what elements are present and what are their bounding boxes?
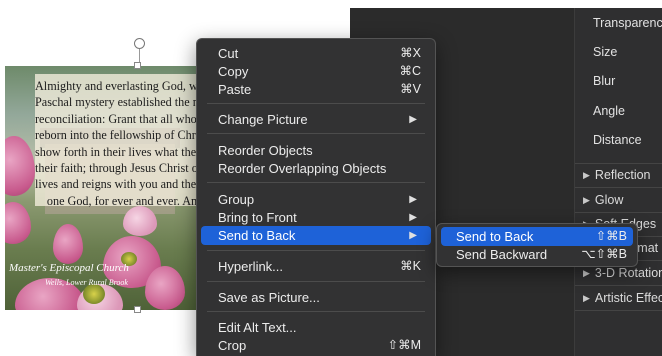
shortcut-label: ⇧⌘B <box>595 229 627 243</box>
menu-item-edit-alt-text[interactable]: Edit Alt Text... <box>201 318 431 337</box>
flower-petal <box>145 266 185 310</box>
disclosure-triangle-icon: ▶ <box>583 195 590 205</box>
rotate-handle-line <box>139 49 140 63</box>
menu-item-change-picture[interactable]: Change Picture ▶ <box>201 110 431 129</box>
menu-item-reorder-objects[interactable]: Reorder Objects <box>201 141 431 160</box>
submenu-arrow-icon: ▶ <box>409 194 417 205</box>
selected-picture[interactable]: Almighty and everlasting God, who in the… <box>5 66 227 310</box>
menu-item-group[interactable]: Group ▶ <box>201 190 431 209</box>
shortcut-label: ⌘K <box>400 259 421 273</box>
submenu-item-send-backward[interactable]: Send Backward ⌥⇧⌘B <box>441 245 633 264</box>
size-label: Size <box>593 45 618 59</box>
top-canvas-strip <box>350 0 662 8</box>
menu-item-send-to-back[interactable]: Send to Back ▶ <box>201 226 431 245</box>
shortcut-label: ⌘V <box>400 82 421 96</box>
menu-separator <box>207 133 425 134</box>
flower-center <box>83 284 105 304</box>
context-menu: Cut ⌘X Copy ⌘C Paste ⌘V Change Picture ▶ Reo… <box>196 38 436 356</box>
flower-petal <box>5 136 35 196</box>
shortcut-label: ⌘X <box>400 46 421 60</box>
flower-petal <box>123 206 157 236</box>
send-to-back-submenu: Send to Back ⇧⌘B Send Backward ⌥⇧⌘B <box>436 223 638 267</box>
menu-separator <box>207 281 425 282</box>
shortcut-label: ⌘C <box>399 64 421 78</box>
church-location-script: Wells, Lower Rural Brook <box>45 278 128 287</box>
format-picture-panel: Transparency Size Blur Angle Distance ▶ R… <box>574 8 662 356</box>
menu-item-save-as-picture[interactable]: Save as Picture... <box>201 288 431 307</box>
menu-item-bring-to-front[interactable]: Bring to Front ▶ <box>201 208 431 227</box>
section-artistic-effects[interactable]: ▶Artistic Effects <box>575 286 662 310</box>
submenu-arrow-icon: ▶ <box>409 230 417 241</box>
shortcut-label: ⇧⌘M <box>387 338 421 352</box>
angle-label: Angle <box>593 104 625 118</box>
disclosure-triangle-icon: ▶ <box>583 293 590 303</box>
flower-petal <box>53 224 83 264</box>
menu-separator <box>207 182 425 183</box>
menu-item-hyperlink[interactable]: Hyperlink... ⌘K <box>201 257 431 276</box>
disclosure-triangle-icon: ▶ <box>583 170 590 180</box>
submenu-item-send-to-back[interactable]: Send to Back ⇧⌘B <box>441 227 633 246</box>
menu-separator <box>207 311 425 312</box>
menu-separator <box>207 250 425 251</box>
menu-item-copy[interactable]: Copy ⌘C <box>201 62 431 81</box>
resize-handle-bottom[interactable] <box>134 306 141 313</box>
menu-item-crop[interactable]: Crop ⇧⌘M <box>201 336 431 355</box>
distance-label: Distance <box>593 133 642 147</box>
submenu-arrow-icon: ▶ <box>409 212 417 223</box>
shortcut-label: ⌥⇧⌘B <box>581 247 627 261</box>
blur-label: Blur <box>593 74 616 88</box>
transparency-label: Transparency <box>593 16 662 30</box>
menu-item-reorder-overlapping[interactable]: Reorder Overlapping Objects <box>201 159 431 178</box>
menu-item-cut[interactable]: Cut ⌘X <box>201 44 431 63</box>
rotate-handle[interactable] <box>134 38 145 49</box>
section-glow[interactable]: ▶ Glow <box>575 188 662 212</box>
church-name-script: Master's Episcopal Church <box>9 262 129 274</box>
menu-item-paste[interactable]: Paste ⌘V <box>201 80 431 99</box>
menu-separator <box>207 103 425 104</box>
section-reflection[interactable]: ▶ Reflection <box>575 163 662 187</box>
flower-petal <box>5 202 31 244</box>
resize-handle-top[interactable] <box>134 62 141 69</box>
submenu-arrow-icon: ▶ <box>409 114 417 125</box>
panel-divider <box>575 310 662 311</box>
